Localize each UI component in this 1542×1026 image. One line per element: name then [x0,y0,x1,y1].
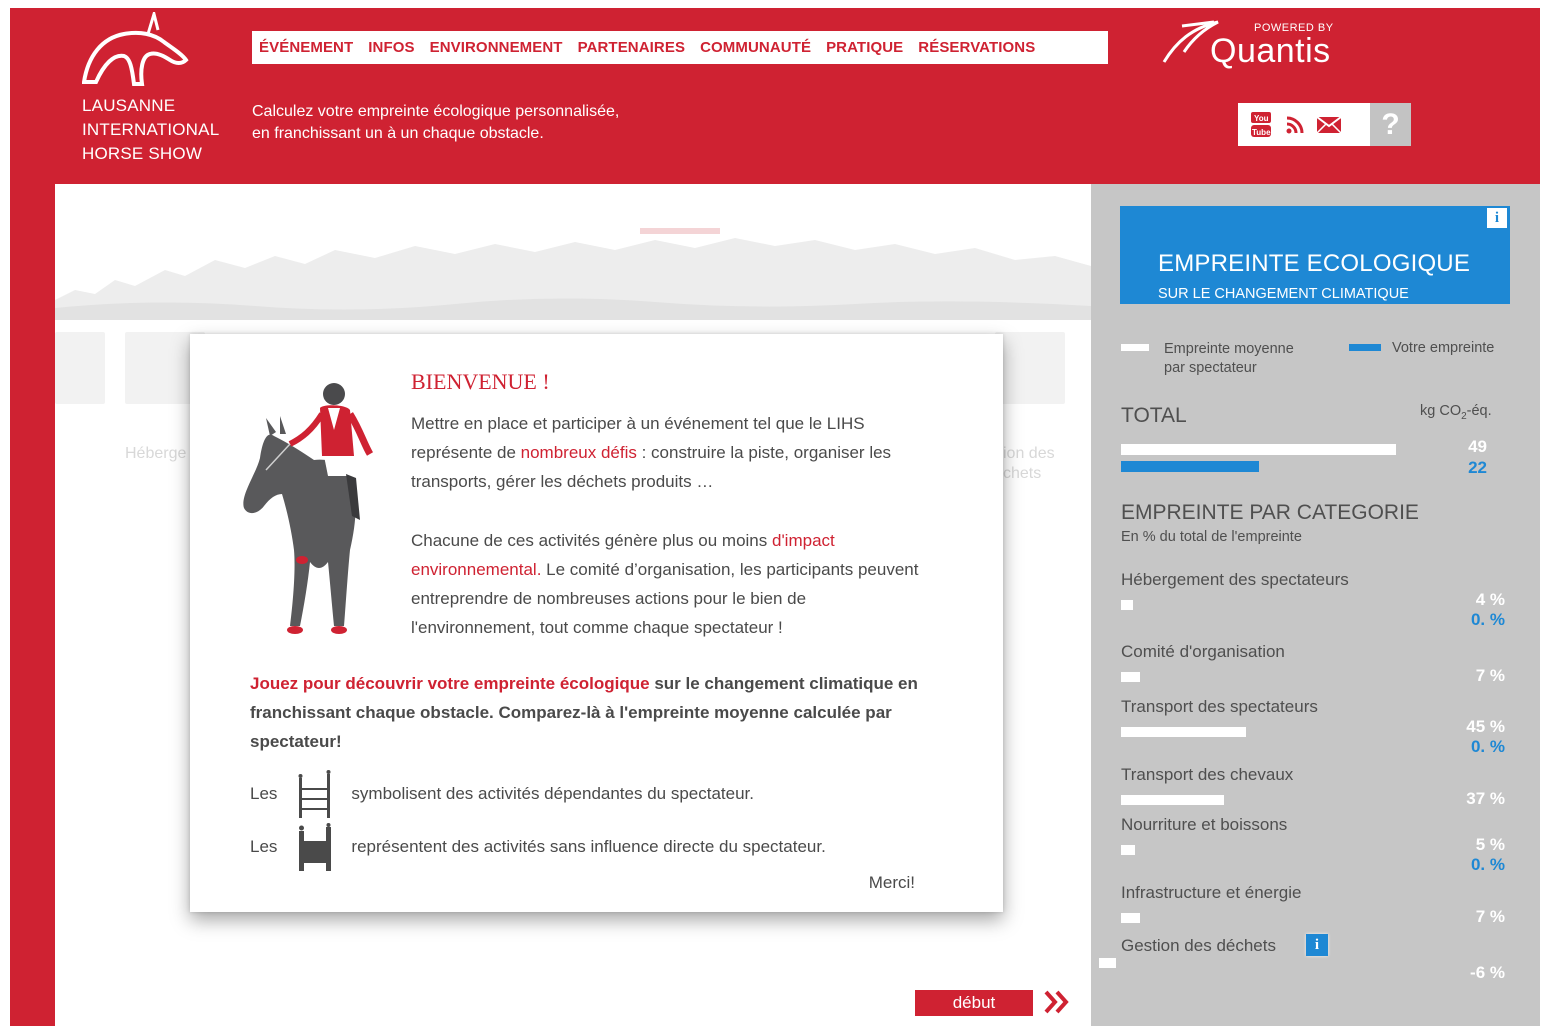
unit-text: kg CO [1420,403,1462,419]
category-section-subtitle: En % du total de l'empreinte [1121,529,1302,545]
footprint-subtitle: SUR LE CHANGEMENT CLIMATIQUE [1158,286,1409,302]
category-section-title: EMPREINTE PAR CATEGORIE [1121,501,1419,524]
call-to-action-paragraph: Jouez pour découvrir votre empreinte éco… [250,669,980,756]
brand-line: HORSE SHOW [82,144,203,163]
category-average-value: 4 % [1475,590,1505,609]
category-average-bar [1099,958,1116,968]
cta-highlight: Jouez pour découvrir votre empreinte éco… [250,674,650,693]
legend-yours-label: Votre empreinte [1392,340,1495,356]
main-nav: ÉVÉNEMENT INFOS ENVIRONNEMENT PARTENAIRE… [252,31,1108,64]
category-average-bar [1121,727,1247,737]
category-average-value: 7 % [1475,666,1505,685]
footprint-title: EMPREINTE ECOLOGIQUE [1158,250,1471,277]
intro-paragraph: Mettre en place et participer à un événe… [411,409,931,496]
nav-partenaires[interactable]: PARTENAIRES [578,39,686,56]
social-bar: You Tube ? [1238,103,1411,146]
legend-dependent-row: Les symbolisent des activités dépendante… [250,770,754,818]
category-name: Transport des spectateurs [1121,697,1318,716]
unit-text: -éq. [1466,403,1492,419]
svg-text:Tube: Tube [1252,128,1271,137]
quantis-wordmark: Quantis [1210,32,1331,70]
legend-independent-row: Les représentent des activités sans infl… [250,823,826,871]
nav-environnement[interactable]: ENVIRONNEMENT [430,39,563,56]
intro-highlight: nombreux défis [520,443,637,462]
nav-infos[interactable]: INFOS [368,39,414,56]
nav-reservations[interactable]: RÉSERVATIONS [918,39,1035,56]
category-name: Comité d'organisation [1121,642,1285,661]
legend-average-line: par spectateur [1164,360,1257,376]
double-chevron-right-icon[interactable] [1043,986,1071,1018]
tagline-line: Calculez votre empreinte écologique pers… [252,103,620,120]
nav-pratique[interactable]: PRATIQUE [826,39,903,56]
legend-average-label: Empreinte moyenne par spectateur [1164,340,1294,378]
total-yours-bar [1121,461,1260,472]
brand-name: LAUSANNE INTERNATIONAL HORSE SHOW [82,94,219,166]
category-name: Gestion des déchets [1121,936,1276,955]
tagline: Calculez votre empreinte écologique pers… [252,101,619,145]
category-average-value: -6 % [1470,963,1505,982]
category-name: Hébergement des spectateurs [1121,570,1349,589]
impact-text: Chacune de ces activités génère plus ou … [411,531,772,550]
category-average-bar [1121,845,1135,855]
category-name: Transport des chevaux [1121,765,1294,784]
category-yours-value: 0. % [1470,855,1505,874]
horse-rider-illustration [243,383,374,634]
help-button[interactable]: ? [1370,103,1411,146]
nav-communaute[interactable]: COMMUNAUTÉ [700,39,811,56]
category-name: Nourriture et boissons [1121,815,1288,834]
unit-label: kg CO2-éq. [1420,403,1492,422]
quantis-logo[interactable]: POWERED BY Quantis [1158,14,1358,74]
info-icon[interactable]: i [1485,206,1509,230]
legend-yours-swatch [1349,344,1381,351]
category-average-bar [1121,600,1133,610]
total-average-bar [1121,444,1396,455]
footprint-header: EMPREINTE ECOLOGIQUE SUR LE CHANGEMENT C… [1120,206,1510,304]
dialog-title: BIENVENUE ! [411,369,550,394]
legend-text: symbolisent des activités dépendantes du… [351,784,755,803]
impact-paragraph: Chacune de ces activités génère plus ou … [411,526,931,642]
tagline-line: en franchissant un à un chaque obstacle. [252,125,544,142]
bg-obstacle-label: ion des [1003,445,1055,462]
total-label: TOTAL [1121,404,1187,427]
mail-icon[interactable] [1312,103,1346,146]
info-icon[interactable]: i [1306,934,1328,956]
close-dialog-link[interactable]: Merci! [869,873,915,893]
footprint-sidebar: EMPREINTE ECOLOGIQUE SUR LE CHANGEMENT C… [1091,184,1540,1026]
bg-obstacle-card [995,332,1065,404]
rss-icon[interactable] [1278,103,1312,146]
bg-obstacle-card [55,332,105,404]
category-yours-value: 0. % [1470,610,1505,629]
bg-obstacle-label: Héberge [125,445,187,462]
nav-evenement[interactable]: ÉVÉNEMENT [259,39,353,56]
welcome-dialog: BIENVENUE ! Mettre en place et participe… [190,334,1003,912]
legend-average-swatch [1121,344,1149,351]
category-yours-value: 0. % [1470,737,1505,756]
bg-obstacle-label: chets [1003,465,1042,482]
legend-average-line: Empreinte moyenne [1164,341,1294,357]
category-name: Infrastructure et énergie [1121,883,1302,902]
total-average-value: 49 [1468,437,1487,456]
brand-line: LAUSANNE [82,96,176,115]
category-average-value: 5 % [1475,835,1505,854]
category-average-value: 37 % [1466,789,1505,808]
crowd-silhouette-background [55,228,1091,320]
category-average-value: 45 % [1466,717,1505,736]
total-yours-value: 22 [1468,458,1487,477]
legend-prefix: Les [250,837,278,856]
start-button[interactable]: début [915,990,1033,1016]
category-average-bar [1121,672,1141,682]
svg-text:You: You [1254,114,1269,123]
independent-obstacle-icon [299,823,332,871]
legend-prefix: Les [250,784,278,803]
category-average-bar [1121,913,1141,923]
horse-head-logo[interactable] [82,12,192,86]
category-average-value: 7 % [1475,907,1505,926]
category-average-bar [1121,795,1224,805]
dependent-obstacle-icon [298,770,331,818]
brand-line: INTERNATIONAL [82,120,220,139]
youtube-icon[interactable]: You Tube [1244,103,1278,146]
legend-text: représentent des activités sans influenc… [351,837,826,856]
